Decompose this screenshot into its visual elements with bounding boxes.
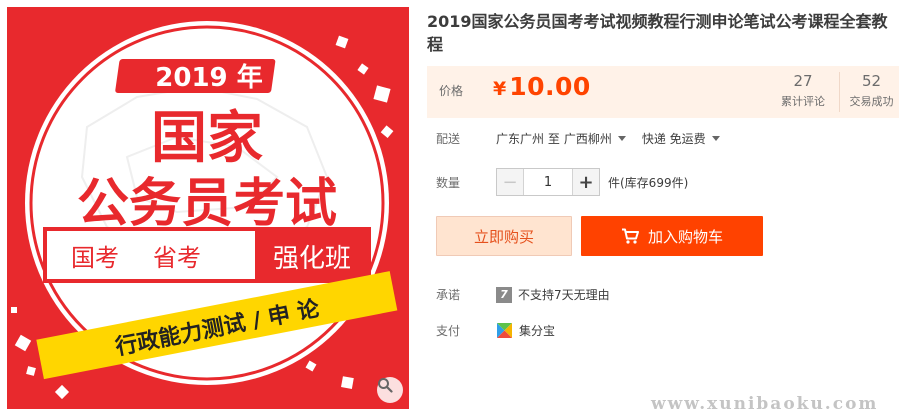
add-to-cart-label: 加入购物车 — [647, 227, 723, 246]
quantity-increase-button[interactable]: + — [572, 169, 599, 195]
quantity-row: 数量 − + 件(库存699件) — [436, 168, 688, 196]
caret-down-icon — [617, 136, 626, 141]
price-value: ¥ 10.00 — [493, 72, 591, 101]
magnifier-icon — [378, 378, 393, 393]
quantity-label: 数量 — [436, 175, 461, 190]
headline-line-2: 公务员考试 — [77, 174, 337, 234]
product-image[interactable]: 2019 年 国家 公务员考试 国考 省考 强化班 行政能力测试 / 申 论 — [7, 7, 409, 409]
stock-info: 件(库存699件) — [608, 175, 689, 190]
tag-provincial-exam: 省考 — [153, 244, 201, 272]
delivery-row: 配送 广东广州 至 广西柳州 快递 免运费 — [436, 130, 736, 147]
seven-day-icon: 7 — [496, 286, 512, 303]
stat-transactions-label: 交易成功 — [849, 95, 894, 108]
stat-transactions-count: 52 — [861, 72, 882, 90]
destination-value: 广西柳州 — [563, 132, 612, 146]
delivery-origin: 广东广州 至 — [496, 132, 560, 146]
buy-now-button[interactable]: 立即购买 — [436, 216, 572, 256]
buy-now-label: 立即购买 — [473, 227, 534, 246]
headline-line-1: 国家 — [151, 106, 263, 171]
promise-text: 不支持7天无理由 — [518, 288, 610, 302]
caret-down-icon — [711, 136, 720, 141]
stat-transactions: 52 交易成功 — [839, 72, 901, 112]
tag-national-exam: 国考 — [71, 244, 119, 272]
shipping-method-value: 快递 免运费 — [641, 132, 706, 146]
payment-label: 支付 — [436, 324, 461, 338]
add-to-cart-button[interactable]: 加入购物车 — [581, 216, 763, 256]
poster-artwork: 2019 年 国家 公务员考试 国考 省考 强化班 行政能力测试 / 申 论 — [7, 7, 409, 409]
zoom-button[interactable] — [377, 377, 403, 403]
cart-icon — [621, 228, 639, 244]
tag-intensive-class: 强化班 — [273, 244, 351, 274]
price-amount: 10.00 — [509, 72, 591, 101]
payment-row: 支付 集分宝 — [436, 322, 555, 339]
jifenbao-icon — [496, 322, 513, 339]
promise-row: 承诺 7 不支持7天无理由 — [436, 286, 610, 303]
quantity-stepper: − + — [496, 168, 600, 196]
stat-reviews-label: 累计评论 — [781, 95, 825, 108]
destination-dropdown[interactable]: 广西柳州 — [564, 130, 642, 147]
delivery-label: 配送 — [436, 132, 461, 146]
price-currency: ¥ — [493, 78, 507, 100]
shipping-method-dropdown[interactable]: 快递 免运费 — [642, 130, 736, 147]
promise-label: 承诺 — [436, 288, 461, 302]
product-title: 2019国家公务员国考考试视频教程行测申论笔试公考课程全套教程 — [427, 12, 888, 54]
price-panel: 价格 ¥ 10.00 27 累计评论 52 交易成功 — [427, 66, 899, 118]
stat-reviews-count: 27 — [793, 72, 813, 90]
quantity-input[interactable] — [524, 169, 572, 195]
quantity-decrease-button[interactable]: − — [497, 169, 524, 195]
banner-year-text: 2019 年 — [155, 62, 262, 93]
stat-reviews[interactable]: 27 累计评论 — [771, 72, 835, 109]
price-label: 价格 — [439, 84, 464, 98]
watermark-text: www.xunibaoku.com — [651, 394, 879, 414]
payment-method: 集分宝 — [519, 324, 556, 338]
